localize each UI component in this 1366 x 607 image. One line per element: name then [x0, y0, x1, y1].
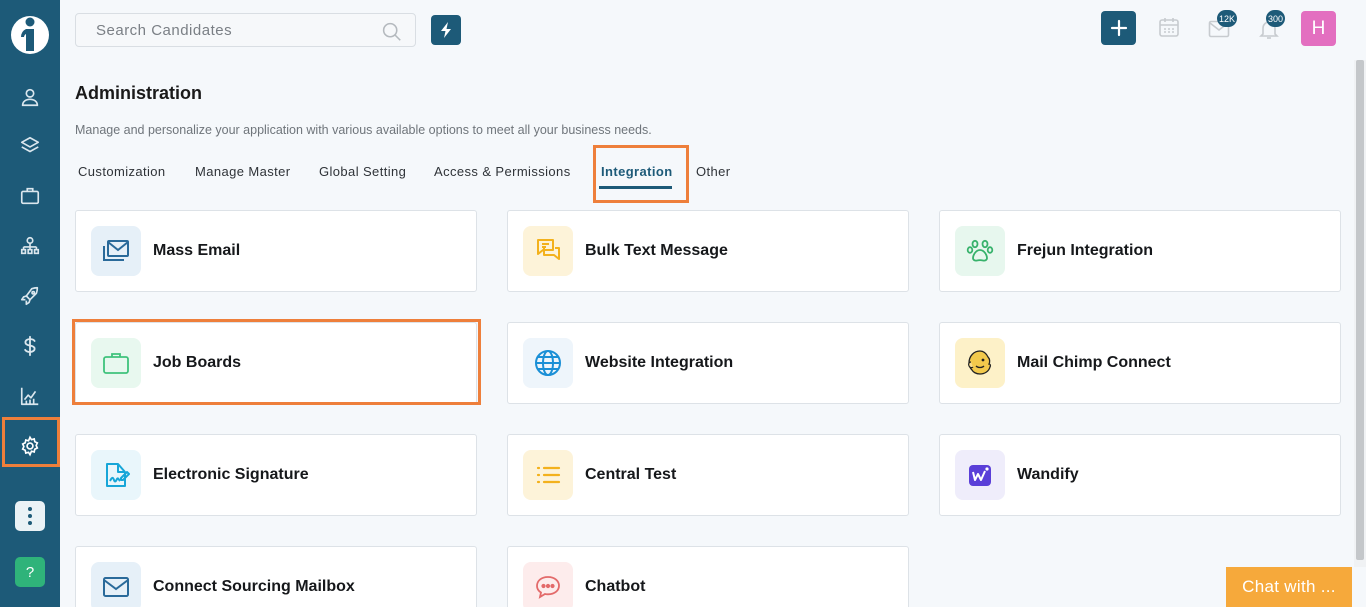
- card-mail-chimp-connect[interactable]: Mail Chimp Connect: [939, 322, 1341, 404]
- card-label: Chatbot: [585, 578, 646, 595]
- page-title: Administration: [75, 83, 203, 103]
- chat-widget-button[interactable]: Chat with ...: [1226, 567, 1352, 607]
- card-label: Wandify: [1017, 466, 1079, 483]
- card-label: Bulk Text Message: [585, 242, 728, 259]
- sidebar: ?: [0, 0, 60, 607]
- envelope-icon: [91, 562, 141, 607]
- tab-highlight-box: [593, 145, 689, 203]
- tab-global-setting[interactable]: Global Setting: [319, 164, 406, 179]
- sidebar-rocket-icon[interactable]: [15, 281, 45, 311]
- card-label: Mass Email: [153, 242, 241, 259]
- more-options-button[interactable]: [15, 501, 45, 531]
- card-wandify[interactable]: Wandify: [939, 434, 1341, 516]
- mailchimp-icon: [955, 338, 1005, 388]
- card-frejun-integration[interactable]: Frejun Integration: [939, 210, 1341, 292]
- card-bulk-text-message[interactable]: Bulk Text Message: [507, 210, 909, 292]
- tab-customization[interactable]: Customization: [78, 164, 166, 179]
- user-avatar[interactable]: H: [1301, 11, 1336, 46]
- card-mass-email[interactable]: Mass Email: [75, 210, 477, 292]
- search-icon[interactable]: [381, 21, 402, 42]
- card-chatbot[interactable]: Chatbot: [507, 546, 909, 607]
- sidebar-billing-icon[interactable]: [15, 331, 45, 361]
- quick-action-button[interactable]: [431, 15, 461, 45]
- sidebar-candidates-icon[interactable]: [15, 82, 45, 112]
- globe-icon: [523, 338, 573, 388]
- plus-icon: [1110, 19, 1127, 37]
- card-central-test[interactable]: Central Test: [507, 434, 909, 516]
- sidebar-org-icon[interactable]: [15, 231, 45, 261]
- search-input[interactable]: [76, 14, 415, 46]
- search-box: [75, 13, 416, 47]
- paw-icon: [955, 226, 1005, 276]
- tab-access-permissions[interactable]: Access & Permissions: [434, 164, 571, 179]
- page-subtitle: Manage and personalize your application …: [75, 123, 652, 137]
- card-label: Central Test: [585, 466, 677, 483]
- chat-bubbles-icon: [523, 226, 573, 276]
- card-label: Electronic Signature: [153, 466, 309, 483]
- signature-icon: [91, 450, 141, 500]
- add-button[interactable]: [1101, 11, 1136, 45]
- bolt-icon: [441, 22, 451, 38]
- card-connect-sourcing-mailbox[interactable]: Connect Sourcing Mailbox: [75, 546, 477, 607]
- scrollbar-thumb[interactable]: [1356, 60, 1364, 560]
- sidebar-reports-icon[interactable]: [15, 381, 45, 411]
- calendar-icon[interactable]: [1157, 15, 1181, 39]
- tab-other[interactable]: Other: [696, 164, 731, 179]
- card-electronic-signature[interactable]: Electronic Signature: [75, 434, 477, 516]
- sidebar-jobs-icon[interactable]: [15, 181, 45, 211]
- wandify-icon: [955, 450, 1005, 500]
- mail-stack-icon: [91, 226, 141, 276]
- help-button[interactable]: ?: [15, 557, 45, 587]
- sidebar-layers-icon[interactable]: [15, 131, 45, 161]
- sidebar-settings-icon[interactable]: [15, 431, 45, 461]
- list-icon: [523, 450, 573, 500]
- mail-count-badge: 12K: [1217, 10, 1238, 27]
- card-highlight-box: [72, 319, 481, 405]
- card-website-integration[interactable]: Website Integration: [507, 322, 909, 404]
- card-label: Mail Chimp Connect: [1017, 354, 1171, 371]
- scrollbar[interactable]: [1354, 60, 1366, 567]
- card-label: Connect Sourcing Mailbox: [153, 578, 355, 595]
- chatbot-icon: [523, 562, 573, 607]
- tab-manage-master[interactable]: Manage Master: [195, 164, 291, 179]
- card-label: Frejun Integration: [1017, 242, 1153, 259]
- notification-count-badge: 300: [1266, 10, 1286, 27]
- card-label: Website Integration: [585, 354, 734, 371]
- app-logo-icon[interactable]: [10, 11, 50, 55]
